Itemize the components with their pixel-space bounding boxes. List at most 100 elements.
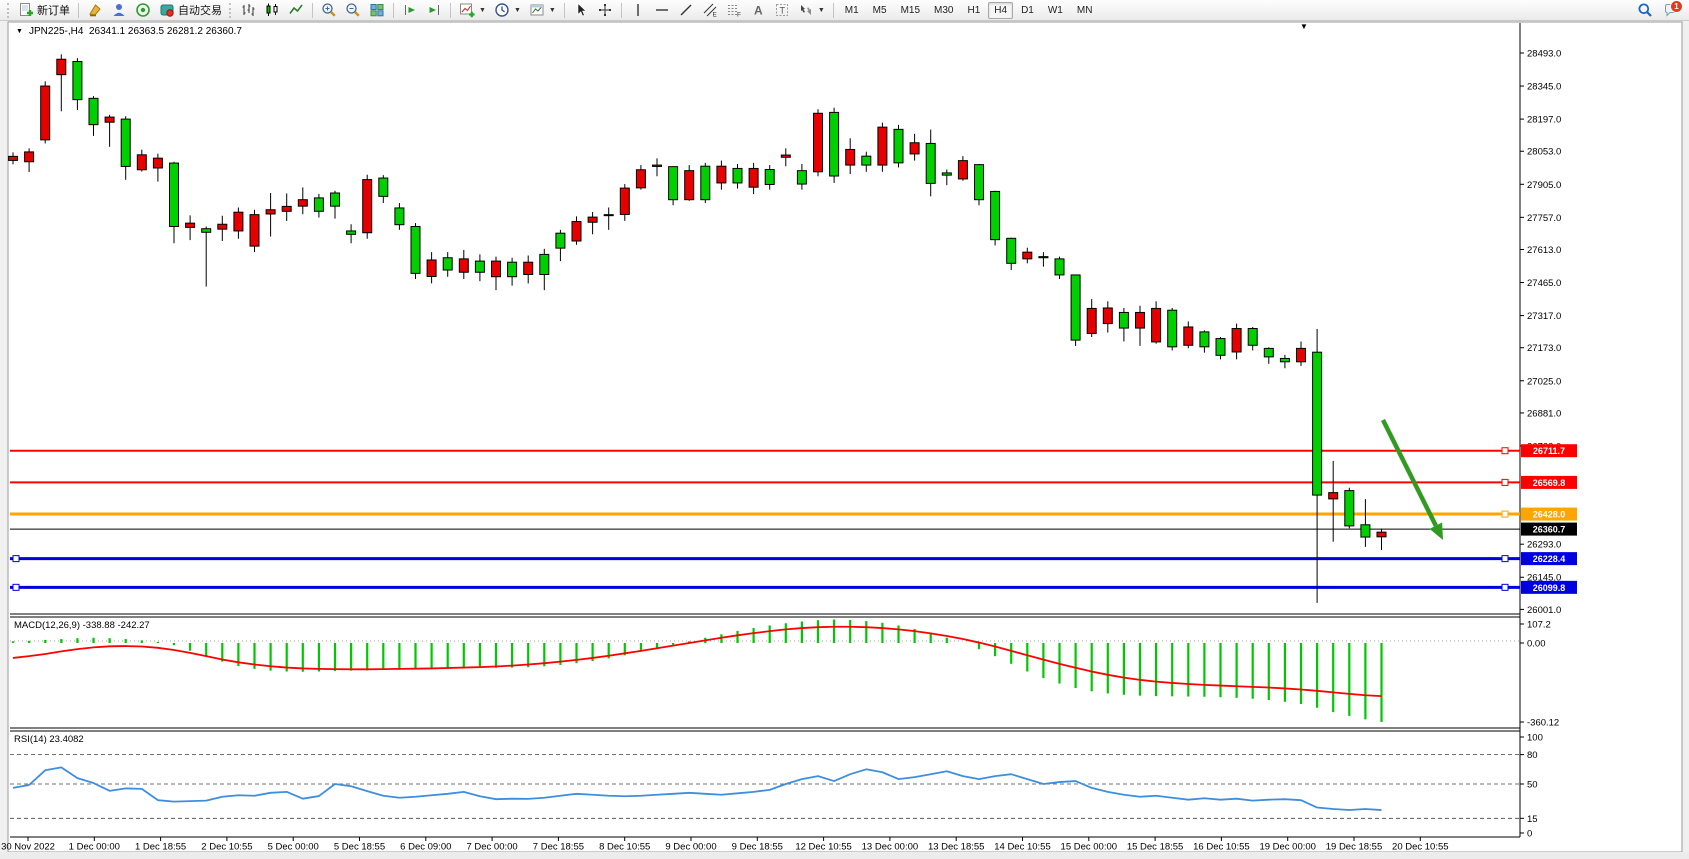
chart-shift-button[interactable] xyxy=(422,1,446,20)
vertical-line-button[interactable] xyxy=(626,1,650,20)
cursor-button[interactable] xyxy=(569,1,593,20)
line-handle[interactable] xyxy=(1502,448,1508,454)
line-handle[interactable] xyxy=(13,556,19,562)
candlestick-chart-button[interactable] xyxy=(260,1,284,20)
timeframe-mn[interactable]: MN xyxy=(1071,2,1099,19)
timeframe-m5[interactable]: M5 xyxy=(867,2,893,19)
line-handle[interactable] xyxy=(1502,584,1508,590)
price-tick-label: 27025.0 xyxy=(1527,376,1561,387)
horizontal-line-button[interactable] xyxy=(650,1,674,20)
autoscroll-icon xyxy=(402,2,418,18)
price-badge-label: 26569.8 xyxy=(1533,478,1566,488)
tile-windows-button[interactable] xyxy=(365,1,389,20)
separator xyxy=(393,3,394,18)
window-menu-marker[interactable]: ▼ xyxy=(1300,22,1308,31)
chart-bars-icon xyxy=(240,2,256,18)
time-tick-label: 12 Dec 10:55 xyxy=(795,842,852,853)
candle-body xyxy=(524,262,533,274)
rsi-axis-label: 0 xyxy=(1527,829,1532,840)
candle-body xyxy=(459,259,468,272)
line-handle[interactable] xyxy=(1502,511,1508,517)
candle-body xyxy=(1184,327,1193,345)
timeframe-m30[interactable]: M30 xyxy=(928,2,959,19)
separator xyxy=(450,3,451,18)
text-button[interactable]: A xyxy=(746,1,770,20)
candle-body xyxy=(1280,358,1289,361)
time-tick-label: 7 Dec 00:00 xyxy=(466,842,517,853)
signals-button[interactable] xyxy=(131,1,155,20)
templates-button[interactable]: ▼ xyxy=(525,1,560,20)
fibonacci-button[interactable]: F xyxy=(722,1,746,20)
zoom-out-icon xyxy=(345,2,361,18)
trendline-icon xyxy=(678,2,694,18)
timeframe-w1[interactable]: W1 xyxy=(1042,2,1069,19)
candle-body xyxy=(749,168,758,187)
auto-scroll-button[interactable] xyxy=(398,1,422,20)
rsi-indicator-label: RSI(14) 23.4082 xyxy=(14,734,84,745)
candle-body xyxy=(1007,238,1016,263)
svg-text:A: A xyxy=(754,4,763,18)
chart-canvas[interactable]: 28493.028345.028197.028053.027905.027757… xyxy=(0,0,1689,859)
symbol-dropdown-icon[interactable]: ▼ xyxy=(16,28,23,35)
line-handle[interactable] xyxy=(1502,479,1508,485)
line-handle[interactable] xyxy=(1502,556,1508,562)
bar-chart-button[interactable] xyxy=(236,1,260,20)
chevron-down-icon: ▼ xyxy=(479,7,486,14)
price-tick-label: 27317.0 xyxy=(1527,311,1561,322)
candle-body xyxy=(1039,257,1048,258)
candle-body xyxy=(620,188,629,214)
candle-body xyxy=(266,210,275,214)
candle-body xyxy=(1168,310,1177,347)
crosshair-button[interactable] xyxy=(593,1,617,20)
auto-trading-button[interactable]: 自动交易 xyxy=(155,1,226,20)
indicators-button[interactable]: ▼ xyxy=(455,1,490,20)
price-badge-label: 26711.7 xyxy=(1533,446,1565,456)
candle-body xyxy=(797,171,806,184)
search-icon xyxy=(1637,2,1653,18)
search-button[interactable] xyxy=(1633,1,1657,20)
chat-button[interactable]: 1 xyxy=(1663,2,1679,18)
candle-body xyxy=(395,208,404,225)
channel-button[interactable]: E xyxy=(698,1,722,20)
chart-line-icon xyxy=(288,2,304,18)
timeframe-d1[interactable]: D1 xyxy=(1015,2,1040,19)
toolbar-grip xyxy=(229,3,233,18)
candle-body xyxy=(588,217,597,222)
price-tick-label: 27465.0 xyxy=(1527,278,1561,289)
candle-body xyxy=(170,163,179,226)
toolbar: 新订单 自动交易 xyxy=(0,0,1689,21)
zoom-out-button[interactable] xyxy=(341,1,365,20)
profiles-button[interactable] xyxy=(107,1,131,20)
candle-body xyxy=(862,156,871,165)
line-handle[interactable] xyxy=(13,584,19,590)
rsi-axis-label: 15 xyxy=(1527,814,1538,825)
candle-body xyxy=(1377,532,1386,537)
zoom-in-button[interactable] xyxy=(317,1,341,20)
candle-body xyxy=(1136,312,1145,328)
text-label-button[interactable]: T xyxy=(770,1,794,20)
new-order-button[interactable]: 新订单 xyxy=(14,1,74,20)
periods-button[interactable]: ▼ xyxy=(490,1,525,20)
price-tick-label: 28493.0 xyxy=(1527,49,1561,60)
line-chart-button[interactable] xyxy=(284,1,308,20)
notification-badge: 1 xyxy=(1670,0,1683,13)
ohlc-values: 26341.1 26363.5 26281.2 26360.7 xyxy=(89,26,242,37)
candle-body xyxy=(878,127,887,165)
candle-body xyxy=(830,112,839,176)
periods-icon xyxy=(494,2,510,18)
timeframe-m15[interactable]: M15 xyxy=(895,2,926,19)
trendline-button[interactable] xyxy=(674,1,698,20)
candle-body xyxy=(427,260,436,277)
timeframe-h4[interactable]: H4 xyxy=(988,2,1013,19)
candle-body xyxy=(105,117,114,122)
market-watch-button[interactable] xyxy=(83,1,107,20)
bottom-resize-strip[interactable] xyxy=(0,852,1689,859)
candle-body xyxy=(492,261,501,277)
timeframe-h1[interactable]: H1 xyxy=(961,2,986,19)
timeframe-m1[interactable]: M1 xyxy=(839,2,865,19)
candle-body xyxy=(1345,491,1354,526)
chart-candles-icon xyxy=(264,2,280,18)
arrows-button[interactable]: ▼ xyxy=(794,1,829,20)
price-tick-label: 28345.0 xyxy=(1527,82,1561,93)
candle-body xyxy=(685,171,694,200)
